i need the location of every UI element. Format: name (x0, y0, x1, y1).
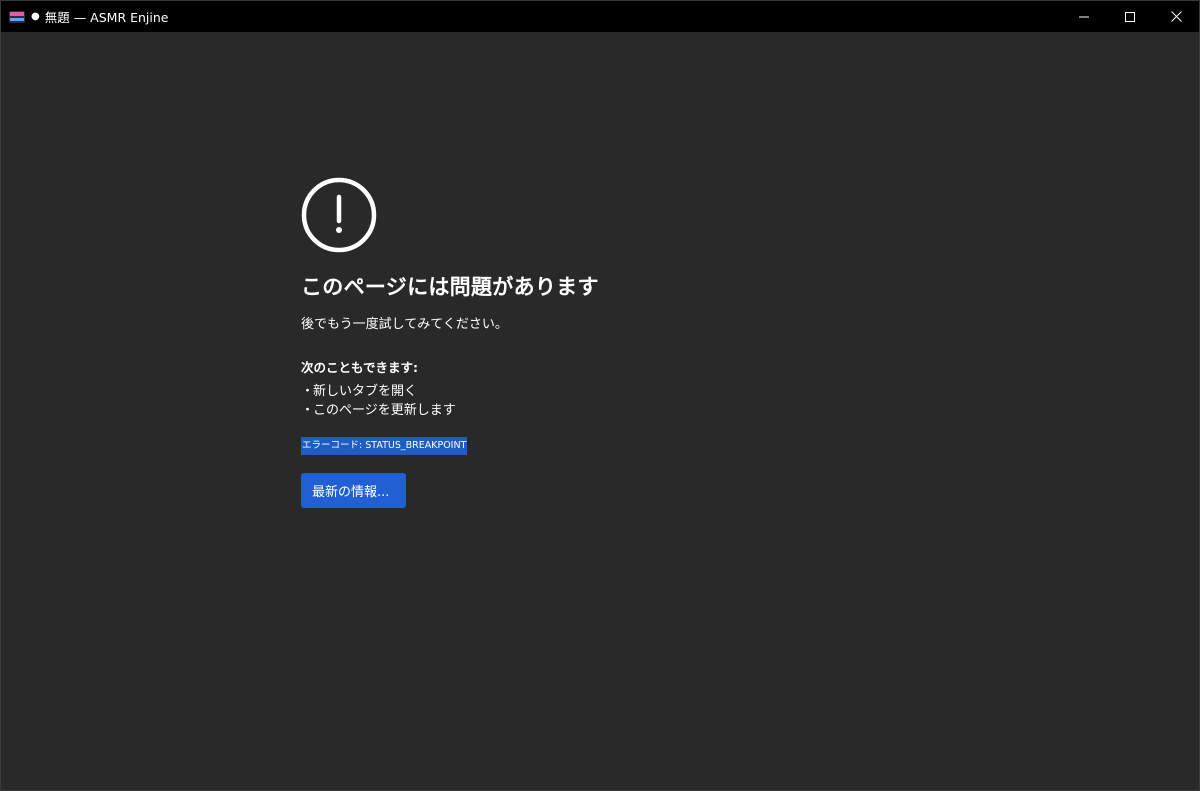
error-page-content: このページには問題があります 後でもう一度試してみてください。 次のこともできま… (301, 177, 901, 508)
minimize-button[interactable] (1061, 1, 1107, 32)
title-bar[interactable]: ● 無題 — ASMR Enjine (1, 1, 1199, 32)
alternatives-title: 次のこともできます: (301, 360, 418, 375)
error-code-text[interactable]: エラーコード: STATUS_BREAKPOINT (301, 437, 468, 455)
maximize-button[interactable] (1107, 1, 1153, 32)
browser-window: ● 無題 — ASMR Enjine このページには問題があります 後でもう一度… (0, 0, 1200, 791)
alternative-label: このページを更新します (313, 403, 456, 418)
close-button[interactable] (1153, 1, 1199, 32)
error-message: 後でもう一度試してみてください。 (301, 317, 508, 332)
minimize-icon (1079, 16, 1089, 17)
learn-more-button[interactable]: 最新の情報... (301, 473, 406, 508)
alternative-refresh-page: ・このページを更新します (301, 403, 456, 418)
maximize-icon (1125, 11, 1135, 22)
app-logo-icon (9, 10, 25, 23)
unsaved-indicator: ● (31, 11, 40, 22)
alternatives-list: ・新しいタブを開く ・このページを更新します (301, 382, 901, 420)
close-icon (1170, 11, 1182, 22)
alternative-open-new-tab: ・新しいタブを開く (301, 384, 418, 399)
window-controls (1061, 1, 1199, 32)
window-title: 無題 — ASMR Enjine (44, 10, 169, 25)
warning-circle-icon (301, 177, 377, 253)
error-heading: このページには問題があります (301, 275, 599, 299)
alternative-label: 新しいタブを開く (313, 384, 418, 399)
